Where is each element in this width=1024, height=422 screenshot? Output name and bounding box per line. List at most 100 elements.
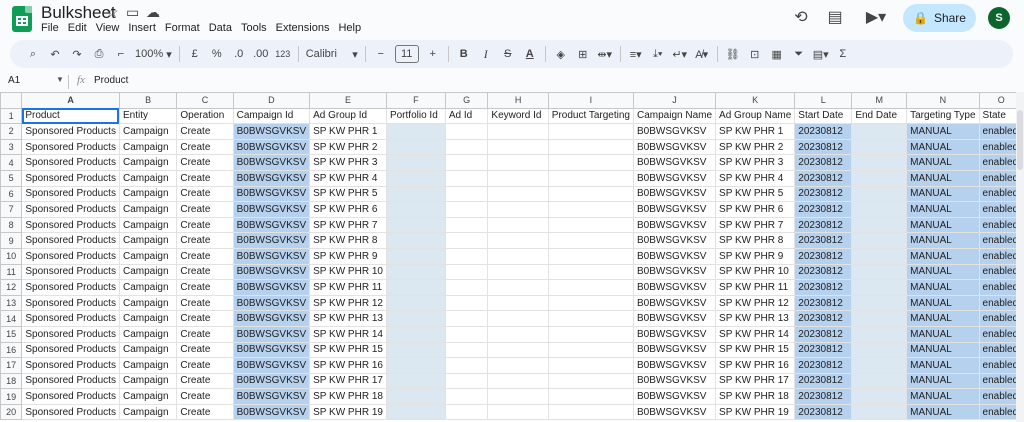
cell-m17[interactable] xyxy=(851,357,908,374)
cell-d3[interactable]: B0BWSGVKSV xyxy=(232,138,311,156)
cell-i15[interactable] xyxy=(547,325,634,343)
cell-n13[interactable]: MANUAL xyxy=(906,294,980,312)
cell-c11[interactable]: Create xyxy=(176,263,234,281)
version-history-icon[interactable]: ⟲ xyxy=(791,8,811,28)
cell-m12[interactable] xyxy=(851,279,908,296)
cell-c18[interactable]: Create xyxy=(176,372,234,390)
cell-g13[interactable] xyxy=(444,294,489,312)
cell-e18[interactable]: SP KW PHR 17 xyxy=(309,372,387,390)
cell-m4[interactable] xyxy=(851,154,908,171)
cell-a7[interactable]: Sponsored Products xyxy=(21,201,120,218)
cell-j10[interactable]: B0BWSGVKSV xyxy=(632,247,717,265)
cell-d11[interactable]: B0BWSGVKSV xyxy=(232,263,311,281)
cell-c13[interactable]: Create xyxy=(176,294,234,312)
cell-j14[interactable]: B0BWSGVKSV xyxy=(632,310,717,327)
cell-c1[interactable]: Operation xyxy=(176,107,234,125)
cell-j16[interactable]: B0BWSGVKSV xyxy=(632,341,717,359)
cell-e13[interactable]: SP KW PHR 12 xyxy=(309,294,387,312)
cell-g3[interactable] xyxy=(444,138,489,156)
cell-e12[interactable]: SP KW PHR 11 xyxy=(309,279,387,296)
name-box[interactable]: A1 xyxy=(8,75,20,86)
meet-icon[interactable]: ▶▾ xyxy=(860,8,892,28)
cell-h6[interactable] xyxy=(487,185,549,203)
paint-format-icon[interactable]: ⌐ xyxy=(110,43,132,65)
cell-i19[interactable] xyxy=(547,388,634,405)
cell-m5[interactable] xyxy=(851,169,908,187)
row-header[interactable]: 8 xyxy=(0,216,23,234)
cell-m10[interactable] xyxy=(851,247,908,265)
cell-b6[interactable]: Campaign xyxy=(118,185,178,203)
cell-i14[interactable] xyxy=(547,310,634,327)
cell-f13[interactable] xyxy=(385,294,446,312)
cell-j8[interactable]: B0BWSGVKSV xyxy=(632,216,717,234)
cell-h8[interactable] xyxy=(487,216,549,234)
cell-h2[interactable] xyxy=(487,123,549,140)
cell-n19[interactable]: MANUAL xyxy=(906,388,980,405)
cell-k11[interactable]: SP KW PHR 10 xyxy=(715,263,796,281)
cell-g2[interactable] xyxy=(444,123,489,140)
star-icon[interactable]: ☆ xyxy=(106,4,119,21)
column-header-n[interactable]: N xyxy=(906,92,980,109)
cell-j17[interactable]: B0BWSGVKSV xyxy=(632,357,717,374)
cell-k15[interactable]: SP KW PHR 14 xyxy=(715,325,796,343)
cell-l20[interactable]: 20230812 xyxy=(794,403,853,421)
column-header-g[interactable]: G xyxy=(444,92,489,109)
cell-b5[interactable]: Campaign xyxy=(118,169,178,187)
cell-k17[interactable]: SP KW PHR 16 xyxy=(715,357,796,374)
cell-k3[interactable]: SP KW PHR 2 xyxy=(715,138,796,156)
row-header[interactable]: 4 xyxy=(0,154,23,171)
cell-j2[interactable]: B0BWSGVKSV xyxy=(632,123,717,140)
strikethrough-button[interactable]: S xyxy=(497,43,519,65)
functions-button[interactable]: Σ xyxy=(832,43,854,65)
cell-d4[interactable]: B0BWSGVKSV xyxy=(232,154,311,171)
italic-button[interactable]: I xyxy=(475,43,497,65)
decrease-decimal-button[interactable]: .0 xyxy=(228,43,250,65)
cell-l11[interactable]: 20230812 xyxy=(794,263,853,281)
row-header[interactable]: 10 xyxy=(0,247,23,265)
column-header-e[interactable]: E xyxy=(309,92,387,109)
cell-f18[interactable] xyxy=(385,372,446,390)
cell-n7[interactable]: MANUAL xyxy=(906,201,980,218)
cell-b16[interactable]: Campaign xyxy=(118,341,178,359)
cell-a9[interactable]: Sponsored Products xyxy=(21,232,120,249)
cell-d18[interactable]: B0BWSGVKSV xyxy=(232,372,311,390)
cell-n3[interactable]: MANUAL xyxy=(906,138,980,156)
cell-g5[interactable] xyxy=(444,169,489,187)
row-header[interactable]: 2 xyxy=(0,123,23,140)
cell-d10[interactable]: B0BWSGVKSV xyxy=(232,247,311,265)
cell-c7[interactable]: Create xyxy=(176,201,234,218)
column-header-b[interactable]: B xyxy=(118,92,178,109)
cell-c16[interactable]: Create xyxy=(176,341,234,359)
cell-c15[interactable]: Create xyxy=(176,325,234,343)
cell-m8[interactable] xyxy=(851,216,908,234)
cell-a2[interactable]: Sponsored Products xyxy=(21,123,120,140)
redo-icon[interactable]: ↷ xyxy=(66,43,88,65)
cell-h18[interactable] xyxy=(487,372,549,390)
fill-color-icon[interactable]: ◈ xyxy=(550,43,572,65)
cell-i9[interactable] xyxy=(547,232,634,249)
cell-k10[interactable]: SP KW PHR 9 xyxy=(715,247,796,265)
cell-a20[interactable]: Sponsored Products xyxy=(21,403,120,421)
column-header-j[interactable]: J xyxy=(632,92,717,109)
cell-a8[interactable]: Sponsored Products xyxy=(21,216,120,234)
cell-f15[interactable] xyxy=(385,325,446,343)
cell-b4[interactable]: Campaign xyxy=(118,154,178,171)
cell-f1[interactable]: Portfolio Id xyxy=(385,107,446,125)
cell-i8[interactable] xyxy=(547,216,634,234)
cell-m6[interactable] xyxy=(851,185,908,203)
cell-a6[interactable]: Sponsored Products xyxy=(21,185,120,203)
cell-m15[interactable] xyxy=(851,325,908,343)
cell-g1[interactable]: Ad Id xyxy=(444,107,489,125)
zoom-select[interactable]: 100% ▾ xyxy=(132,43,175,65)
cell-n6[interactable]: MANUAL xyxy=(906,185,980,203)
cell-d16[interactable]: B0BWSGVKSV xyxy=(232,341,311,359)
cell-g9[interactable] xyxy=(444,232,489,249)
cell-n11[interactable]: MANUAL xyxy=(906,263,980,281)
cell-c20[interactable]: Create xyxy=(176,403,234,421)
cell-a11[interactable]: Sponsored Products xyxy=(21,263,120,281)
cell-i17[interactable] xyxy=(547,357,634,374)
cell-e4[interactable]: SP KW PHR 3 xyxy=(309,154,387,171)
row-header[interactable]: 5 xyxy=(0,169,23,187)
cell-g8[interactable] xyxy=(444,216,489,234)
cell-e7[interactable]: SP KW PHR 6 xyxy=(309,201,387,218)
